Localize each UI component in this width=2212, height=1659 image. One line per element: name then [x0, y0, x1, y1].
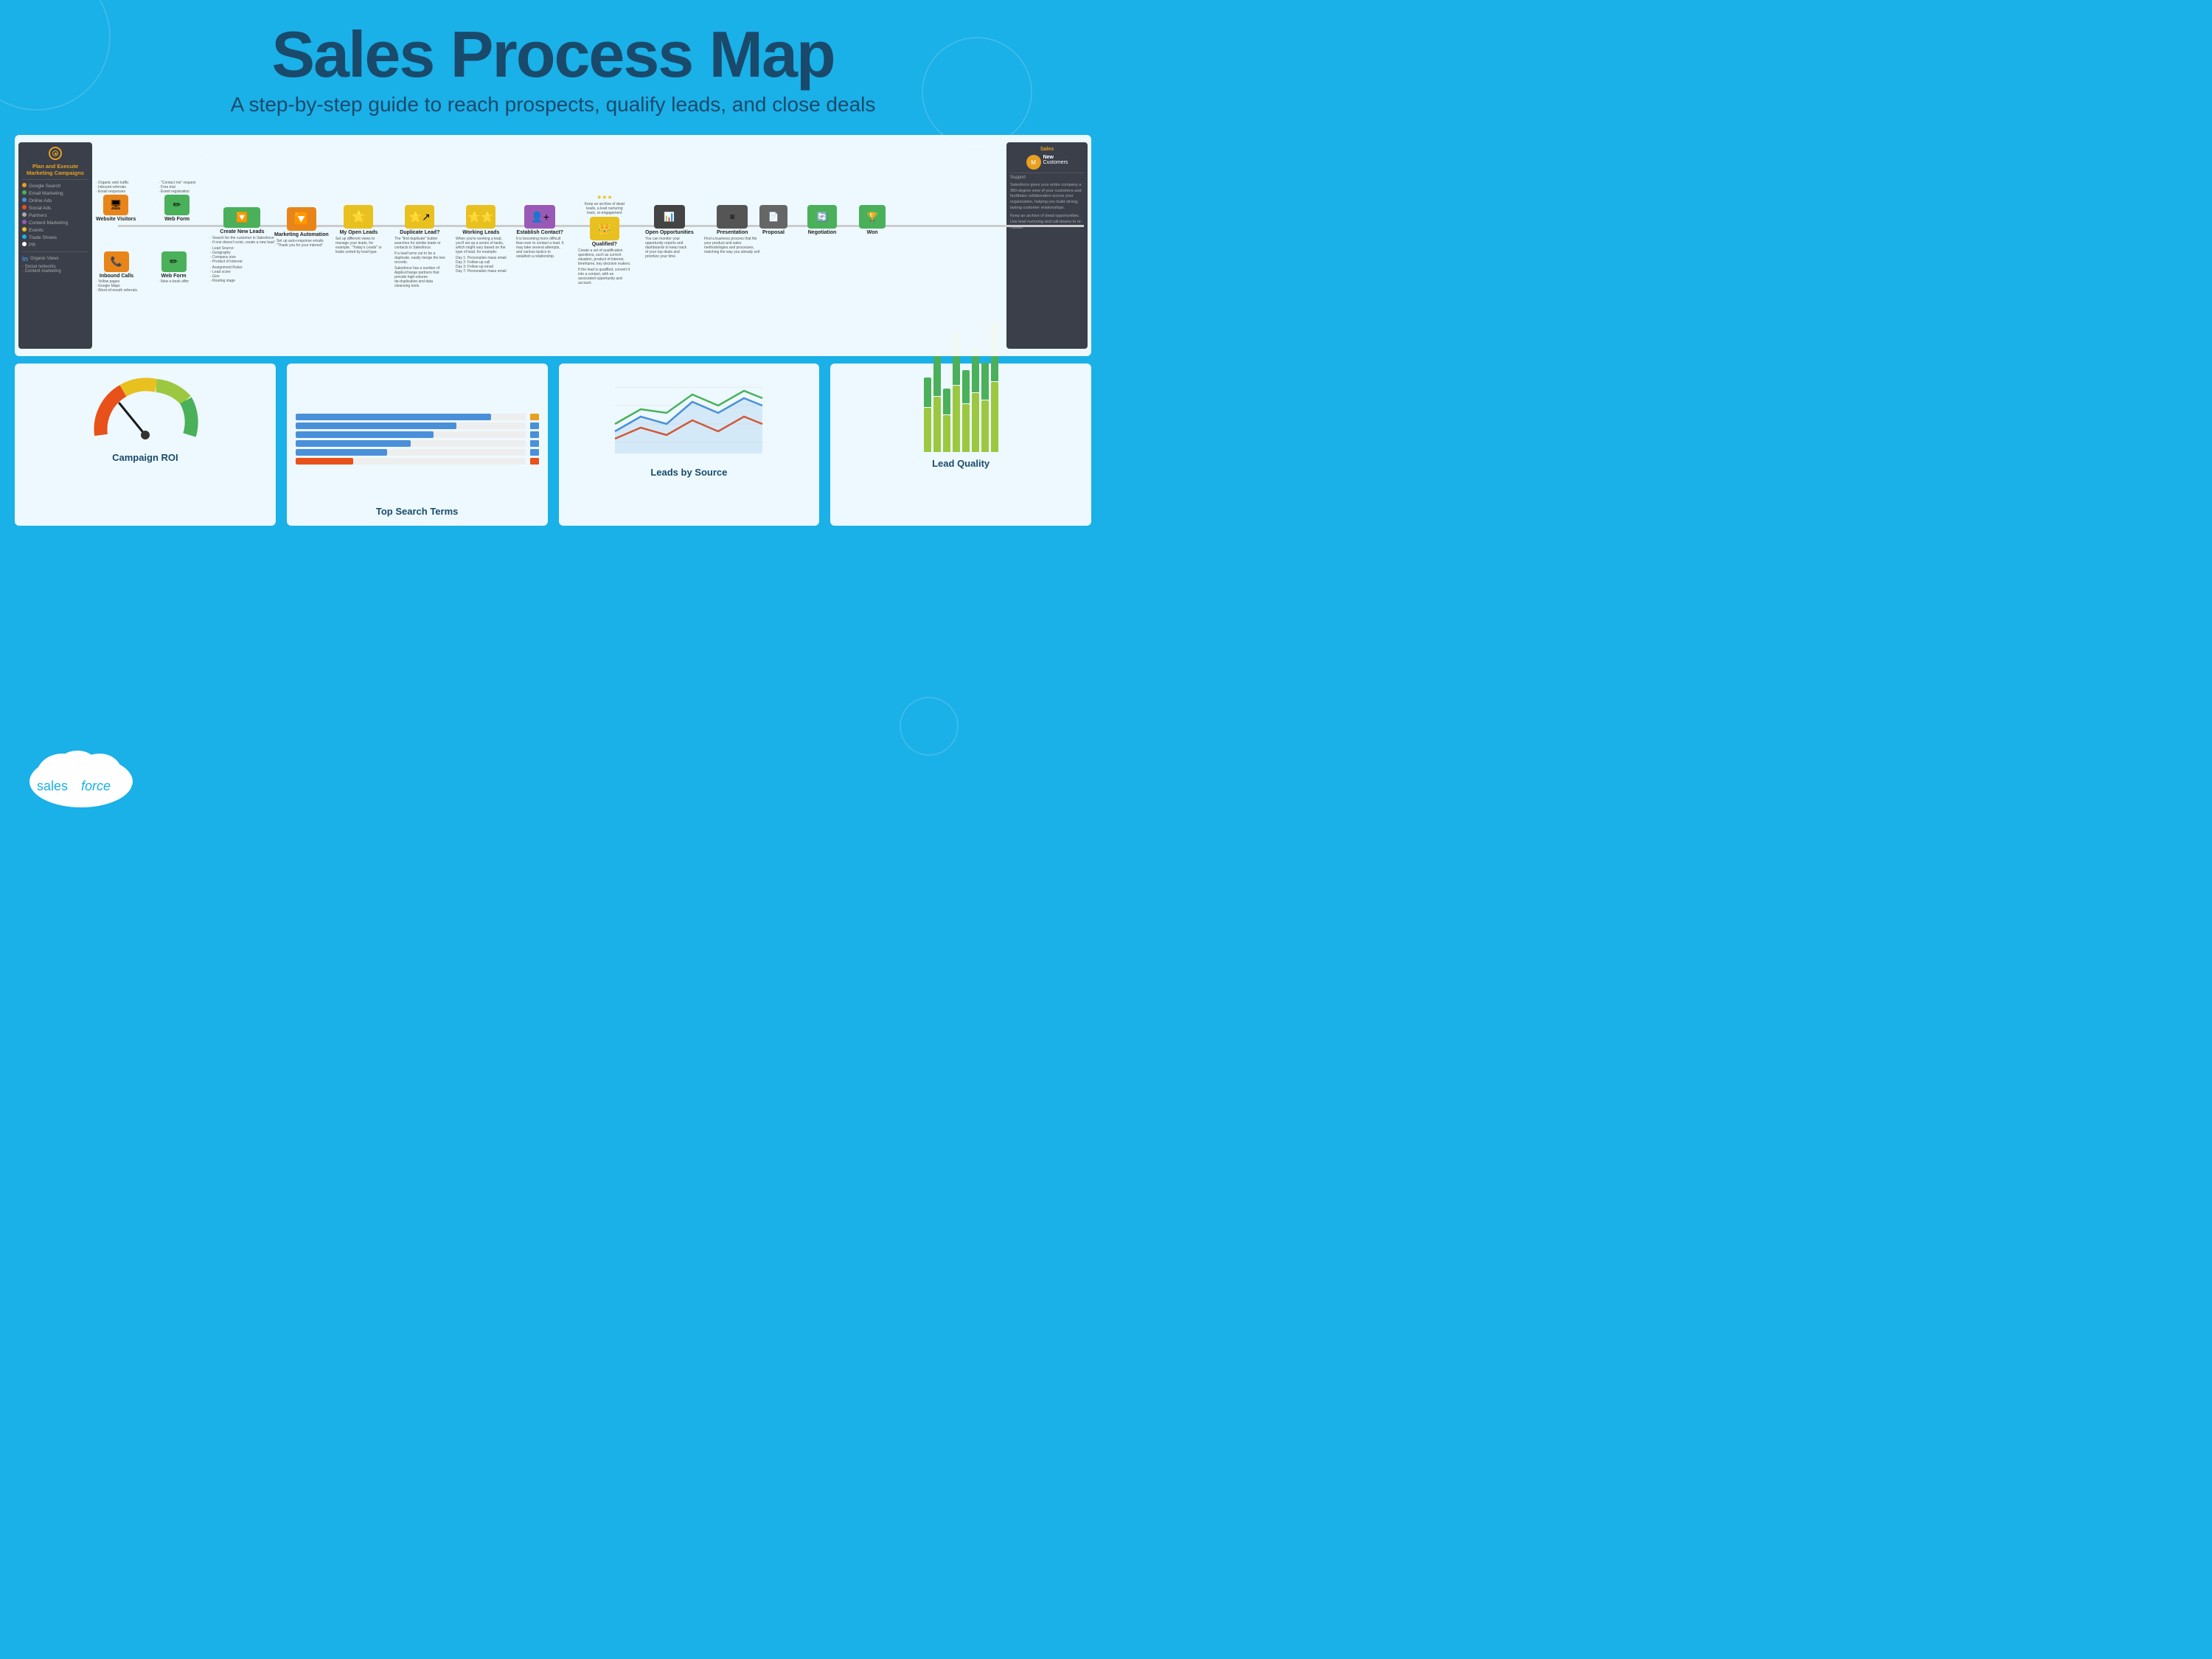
won-icon: 🏆 [859, 205, 886, 229]
step-marketing-automation: 🔽 Marketing Automation · Set up auto-res… [274, 207, 329, 248]
proposal-icon: 📄 [759, 205, 787, 229]
header: Sales Process Map A step-by-step guide t… [0, 0, 1106, 124]
sidebar-item-events: Events [22, 226, 88, 234]
bar-row-6 [296, 458, 539, 465]
marketing-automation-label: Marketing Automation [274, 232, 329, 237]
campaign-roi-title: Campaign ROI [112, 452, 178, 463]
establish-contact-icon: 👤+ [524, 205, 555, 229]
inbound-calls-icon: 📞 [104, 251, 129, 272]
create-leads-webform-label: Web Form [159, 274, 189, 279]
step-presentation: ≡ Presentation Find a business process t… [704, 205, 760, 254]
sidebar-item-email: Email Marketing [22, 189, 88, 197]
create-new-leads-icon: 🔽 [223, 207, 260, 228]
sidebar-item-tradeshows: Trade Shows [22, 234, 88, 241]
my-open-leads-icon: ⭐ [344, 205, 373, 229]
svg-text:force: force [81, 779, 111, 793]
working-leads-label: Working Leads [456, 230, 507, 235]
search-terms-chart [296, 378, 539, 500]
step-open-opportunities: 📊 Open Opportunities You can monitor you… [645, 205, 694, 259]
sidebar-item-google: Google Search [22, 182, 88, 189]
lead-quality-chart [917, 378, 1006, 452]
campaign-roi-card: Campaign ROI [15, 364, 276, 526]
bar-row-4 [296, 440, 539, 447]
web-form-label: Web Form [159, 217, 195, 222]
create-leads-webform-icon: ✏ [161, 251, 187, 272]
sidebar-item-online-ads: Online Ads [22, 197, 88, 204]
leads-by-source-card: Leads by Source [559, 364, 820, 526]
step-proposal: 📄 Proposal [759, 205, 787, 235]
proposal-label: Proposal [759, 230, 787, 235]
my-open-leads-label: My Open Leads [335, 230, 382, 235]
gauge-chart [86, 372, 204, 446]
bar-row-2 [296, 422, 539, 429]
svg-text:®: ® [131, 781, 139, 793]
charts-section: Campaign ROI [15, 364, 1091, 526]
step-won: 🏆 Won [859, 205, 886, 235]
website-visitors-icon: 🖥 [103, 195, 128, 215]
sidebar-item-social: Social Ads [22, 204, 88, 212]
duplicate-lead-label: Duplicate Lead? [394, 230, 445, 235]
step-working-leads: ⭐⭐ Working Leads When you're working a l… [456, 205, 507, 274]
marketing-automation-icon: 🔽 [287, 207, 316, 231]
won-label: Won [859, 230, 886, 235]
lead-quality-title: Lead Quality [932, 458, 990, 469]
bar-row-1 [296, 414, 539, 420]
sidebar-item-content: Content Marketing [22, 219, 88, 226]
qualified-label: Qualified? [578, 242, 631, 247]
step-inbound-calls: 📞 Inbound Calls · Yellow pages· Google M… [96, 251, 137, 293]
web-form-icon: ✏ [164, 195, 189, 215]
sidebar-item-pr: PR [22, 241, 88, 248]
sales-funnel: Sales M New Customers Support Salesforce… [1006, 142, 1088, 349]
sidebar-section-title: Plan and ExecuteMarketing Campaigns [22, 163, 88, 176]
sidebar-item-partners: Partners [22, 212, 88, 219]
step-web-form: · "Contact me" request· Free trial· Even… [159, 181, 195, 222]
presentation-label: Presentation [704, 230, 760, 235]
cloud-svg: sales force ® [22, 741, 140, 807]
top-search-terms-card: Top Search Terms [287, 364, 548, 526]
target-icon [49, 147, 62, 160]
svg-text:sales: sales [37, 779, 68, 793]
step-create-leads-webform: ✏ Web Form · New e-book offer [159, 251, 189, 284]
bar-row-3 [296, 431, 539, 438]
step-website-visitors: · Organic web traffic· Inbound referrals… [96, 181, 136, 222]
sales-label: Sales [1010, 147, 1084, 152]
process-map: Plan and ExecuteMarketing Campaigns Goog… [15, 135, 1091, 356]
working-leads-icon: ⭐⭐ [466, 205, 495, 229]
step-create-new-leads: 🔽 Create New Leads · Search for the cust… [210, 207, 274, 283]
qualified-icon: 👑 [590, 217, 619, 240]
bar-row-5 [296, 449, 539, 456]
negotiation-label: Negotiation [807, 230, 837, 235]
salesforce-logo: sales force ® [22, 741, 133, 807]
establish-contact-label: Establish Contact? [516, 230, 564, 235]
page-title: Sales Process Map [0, 22, 1106, 87]
negotiation-icon: 🔄 [807, 205, 837, 229]
create-new-leads-label: Create New Leads [210, 229, 274, 234]
top-search-terms-title: Top Search Terms [376, 506, 459, 517]
line-chart [608, 372, 770, 461]
open-opportunities-label: Open Opportunities [645, 230, 694, 235]
step-duplicate-lead: ⭐↗ Duplicate Lead? The "find duplicate" … [394, 205, 445, 288]
step-qualified: ★★★ Keep an archive of deadleads, a lead… [578, 194, 631, 285]
duplicate-lead-icon: ⭐↗ [405, 205, 434, 229]
website-visitors-label: Website Visitors [96, 217, 136, 222]
open-opportunities-icon: 📊 [654, 205, 685, 229]
page-subtitle: A step-by-step guide to reach prospects,… [0, 93, 1106, 116]
inbound-calls-label: Inbound Calls [96, 274, 137, 279]
lead-quality-card: Lead Quality [830, 364, 1091, 526]
step-negotiation: 🔄 Negotiation [807, 205, 837, 235]
presentation-icon: ≡ [717, 205, 748, 229]
leads-by-source-title: Leads by Source [650, 467, 727, 478]
step-establish-contact: 👤+ Establish Contact? It is becoming mor… [516, 205, 564, 259]
step-my-open-leads: ⭐ My Open Leads Set up different views t… [335, 205, 382, 254]
left-sidebar: Plan and ExecuteMarketing Campaigns Goog… [18, 142, 92, 349]
